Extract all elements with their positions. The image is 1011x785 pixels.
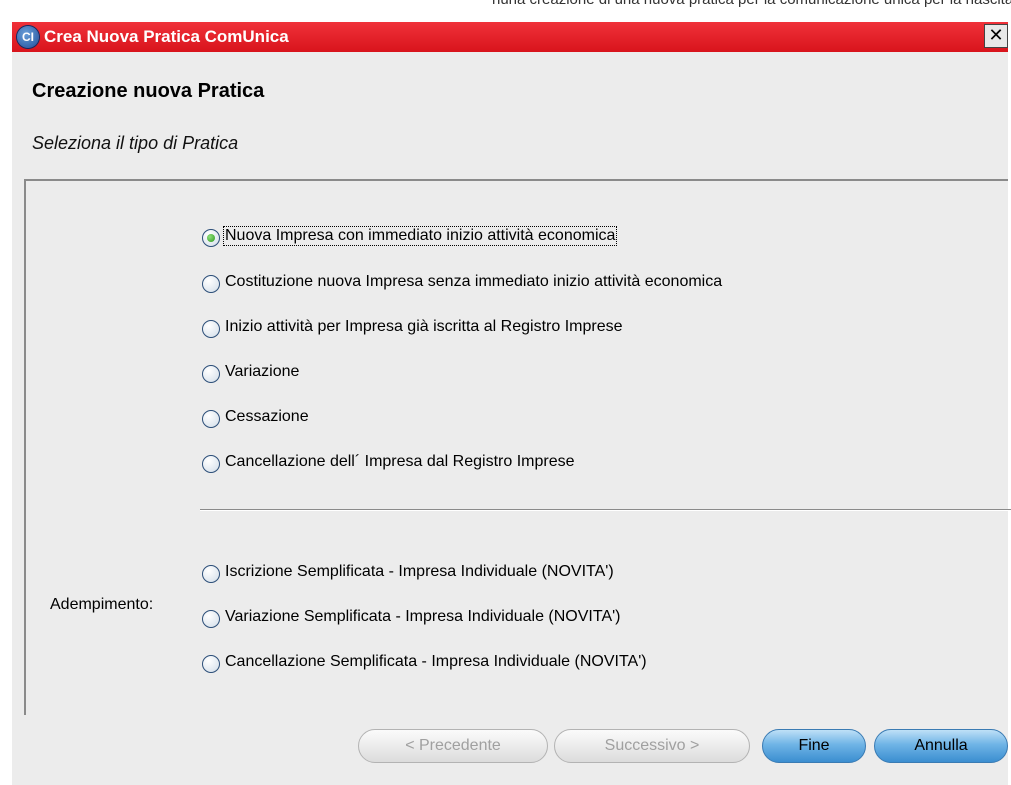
- radio-button[interactable]: [202, 275, 220, 293]
- finish-button[interactable]: Fine: [762, 729, 866, 763]
- previous-button[interactable]: < Precedente: [358, 729, 548, 763]
- app-logo-icon: CI: [17, 26, 39, 48]
- radio-button[interactable]: [202, 455, 220, 473]
- radio-button[interactable]: [202, 365, 220, 383]
- option-label: Variazione: [225, 363, 300, 380]
- dialog-window: CI Crea Nuova Pratica ComUnica ✕ Creazio…: [12, 22, 1011, 785]
- window-title: Crea Nuova Pratica ComUnica: [44, 27, 289, 46]
- adempimento-label: Adempimento:: [50, 596, 154, 613]
- radio-button[interactable]: [202, 565, 220, 583]
- close-button[interactable]: ✕: [984, 24, 1008, 48]
- title-bar[interactable]: CI Crea Nuova Pratica ComUnica ✕: [12, 22, 1008, 52]
- page-title: Creazione nuova Pratica: [32, 80, 265, 102]
- option-label: Variazione Semplificata - Impresa Indivi…: [225, 608, 621, 625]
- radio-button[interactable]: [202, 320, 220, 338]
- background-page-strip: nuna creazione di una nuova pratica per …: [0, 0, 1011, 22]
- radio-button[interactable]: [202, 610, 220, 628]
- option-label: Iscrizione Semplificata - Impresa Indivi…: [225, 563, 614, 580]
- cancel-button[interactable]: Annulla: [874, 729, 1008, 763]
- option-label: Cancellazione Semplificata - Impresa Ind…: [225, 653, 647, 670]
- option-label: Costituzione nuova Impresa senza immedia…: [225, 273, 723, 290]
- radio-button-selected[interactable]: [202, 229, 220, 247]
- option-label: Nuova Impresa con immediato inizio attiv…: [222, 226, 618, 246]
- option-label: Cancellazione dell´ Impresa dal Registro…: [225, 453, 575, 470]
- next-button[interactable]: Successivo >: [554, 729, 750, 763]
- background-page-text: nuna creazione di una nuova pratica per …: [492, 0, 1011, 8]
- radio-button[interactable]: [202, 655, 220, 673]
- option-label: Inizio attività per Impresa già iscritta…: [225, 318, 623, 335]
- options-panel: Adempimento: Nuova Impresa con immediato…: [24, 179, 1011, 715]
- option-label: Cessazione: [225, 408, 309, 425]
- page-subtitle: Seleziona il tipo di Pratica: [32, 133, 239, 153]
- radio-button[interactable]: [202, 410, 220, 428]
- options-separator: [200, 509, 1011, 511]
